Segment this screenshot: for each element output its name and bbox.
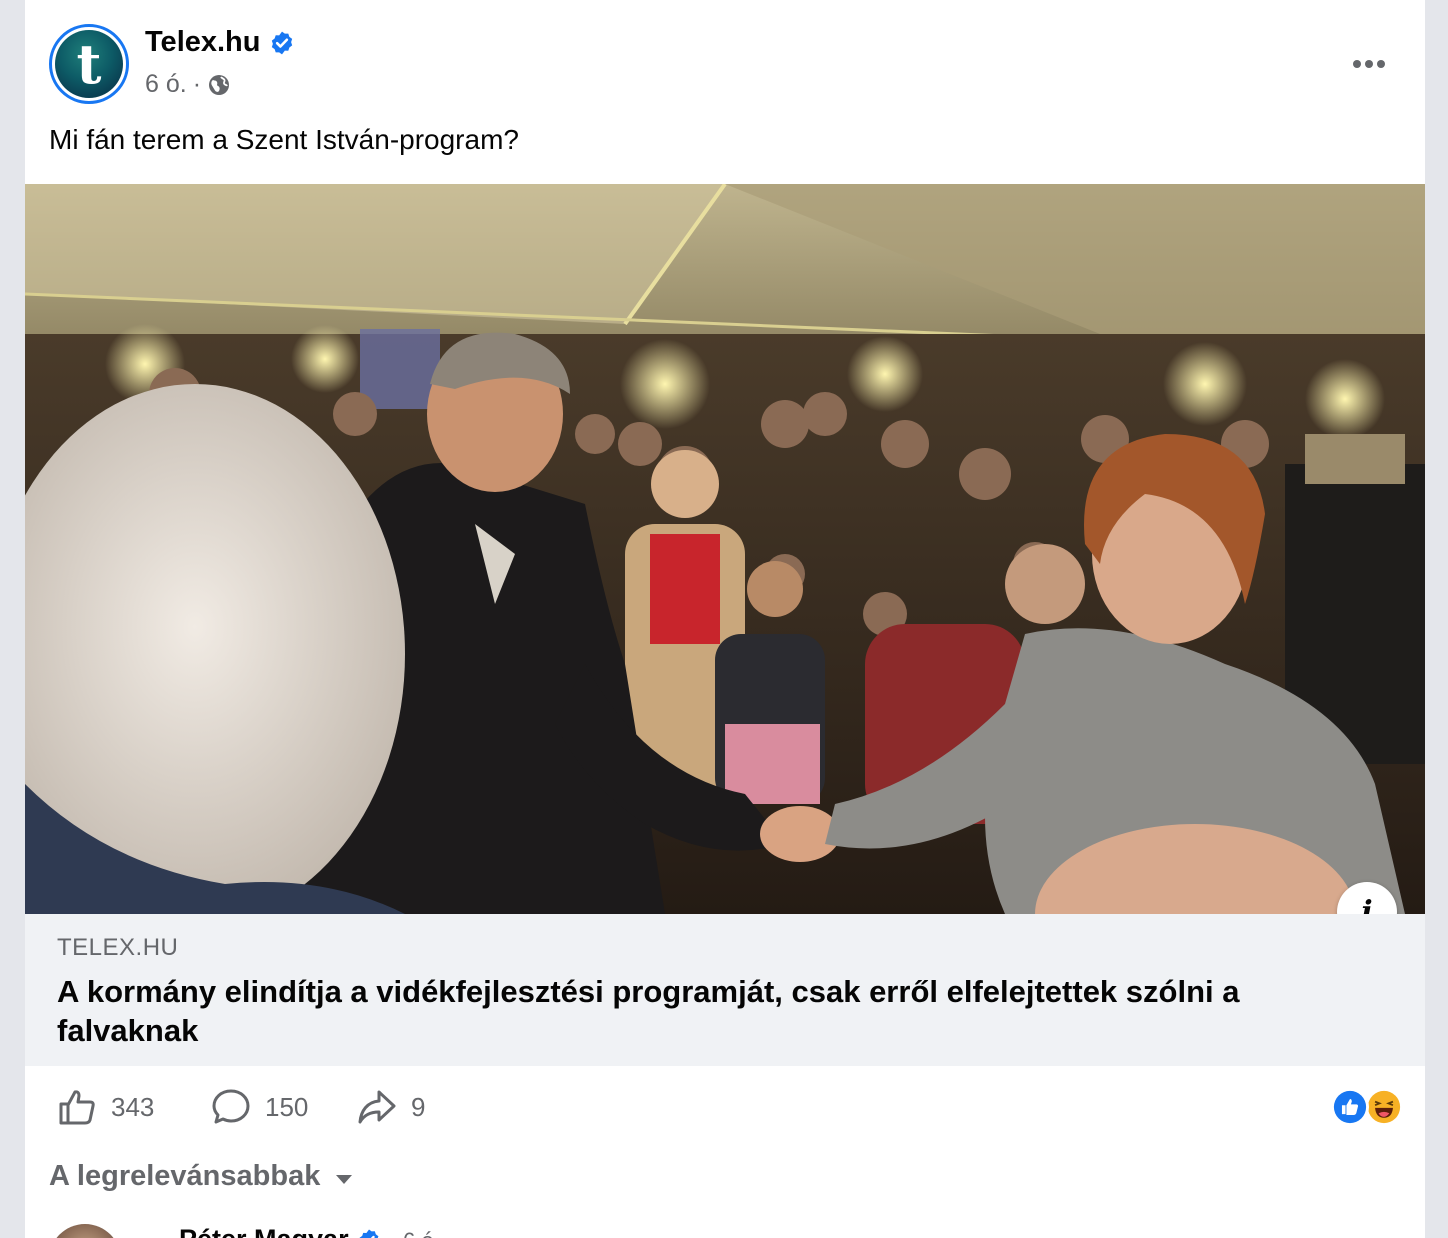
link-preview[interactable]: TELEX.HU A kormány elindítja a vidékfejl…	[25, 914, 1425, 1066]
comment-time: 6 ó.	[403, 1228, 440, 1238]
dot-icon	[1377, 60, 1385, 68]
post-header: t Telex.hu 6 ó. ·	[49, 22, 1401, 104]
caret-down-icon	[336, 1175, 353, 1184]
share-count: 9	[411, 1091, 426, 1122]
share-button[interactable]: 9	[357, 1084, 425, 1130]
post-time[interactable]: 6 ó.	[145, 70, 187, 99]
comment-count: 150	[265, 1091, 309, 1122]
reaction-summary[interactable]	[1331, 1088, 1407, 1128]
event-photo	[25, 184, 1425, 914]
comment-item: Péter Magyar 6 ó.	[49, 1218, 1389, 1238]
commenter-name-row: Péter Magyar	[179, 1224, 381, 1238]
haha-reaction-icon	[1365, 1088, 1403, 1126]
page-name-link[interactable]: Telex.hu	[145, 26, 261, 59]
post-card: t Telex.hu 6 ó. · Mi fán terem a Szent I…	[25, 0, 1425, 1238]
comment-sort-dropdown[interactable]: A legrelevánsabbak	[49, 1160, 353, 1193]
thumbs-up-icon	[59, 1090, 95, 1125]
commenter-name[interactable]: Péter Magyar	[179, 1224, 349, 1238]
verified-badge-icon	[359, 1229, 378, 1238]
meta-separator: ·	[192, 70, 202, 98]
post-meta: 6 ó. ·	[145, 70, 231, 99]
like-count: 343	[111, 1091, 155, 1122]
commenter-avatar[interactable]	[49, 1224, 121, 1238]
dot-icon	[1365, 60, 1373, 68]
link-title: A kormány elindítja a vidékfejlesztési p…	[57, 974, 1240, 1048]
comment-button[interactable]: 150	[211, 1084, 308, 1130]
action-bar: 343 150 9	[57, 1084, 1407, 1132]
post-image[interactable]	[25, 184, 1425, 914]
post-text: Mi fán terem a Szent István-program?	[49, 124, 519, 155]
telex-logo: t	[55, 30, 123, 98]
page-avatar[interactable]: t	[49, 24, 129, 104]
comment-bubble-icon	[212, 1089, 250, 1124]
page-name-row: Telex.hu	[145, 26, 295, 59]
like-reaction-icon	[1331, 1088, 1369, 1126]
dot-icon	[1353, 60, 1361, 68]
more-options-button[interactable]	[1349, 56, 1389, 72]
sort-label: A legrelevánsabbak	[49, 1160, 321, 1192]
link-domain: TELEX.HU	[57, 934, 179, 961]
globe-icon	[209, 74, 230, 95]
verified-badge-icon	[271, 31, 292, 54]
like-button[interactable]: 343	[57, 1084, 154, 1130]
share-arrow-icon	[358, 1090, 396, 1124]
